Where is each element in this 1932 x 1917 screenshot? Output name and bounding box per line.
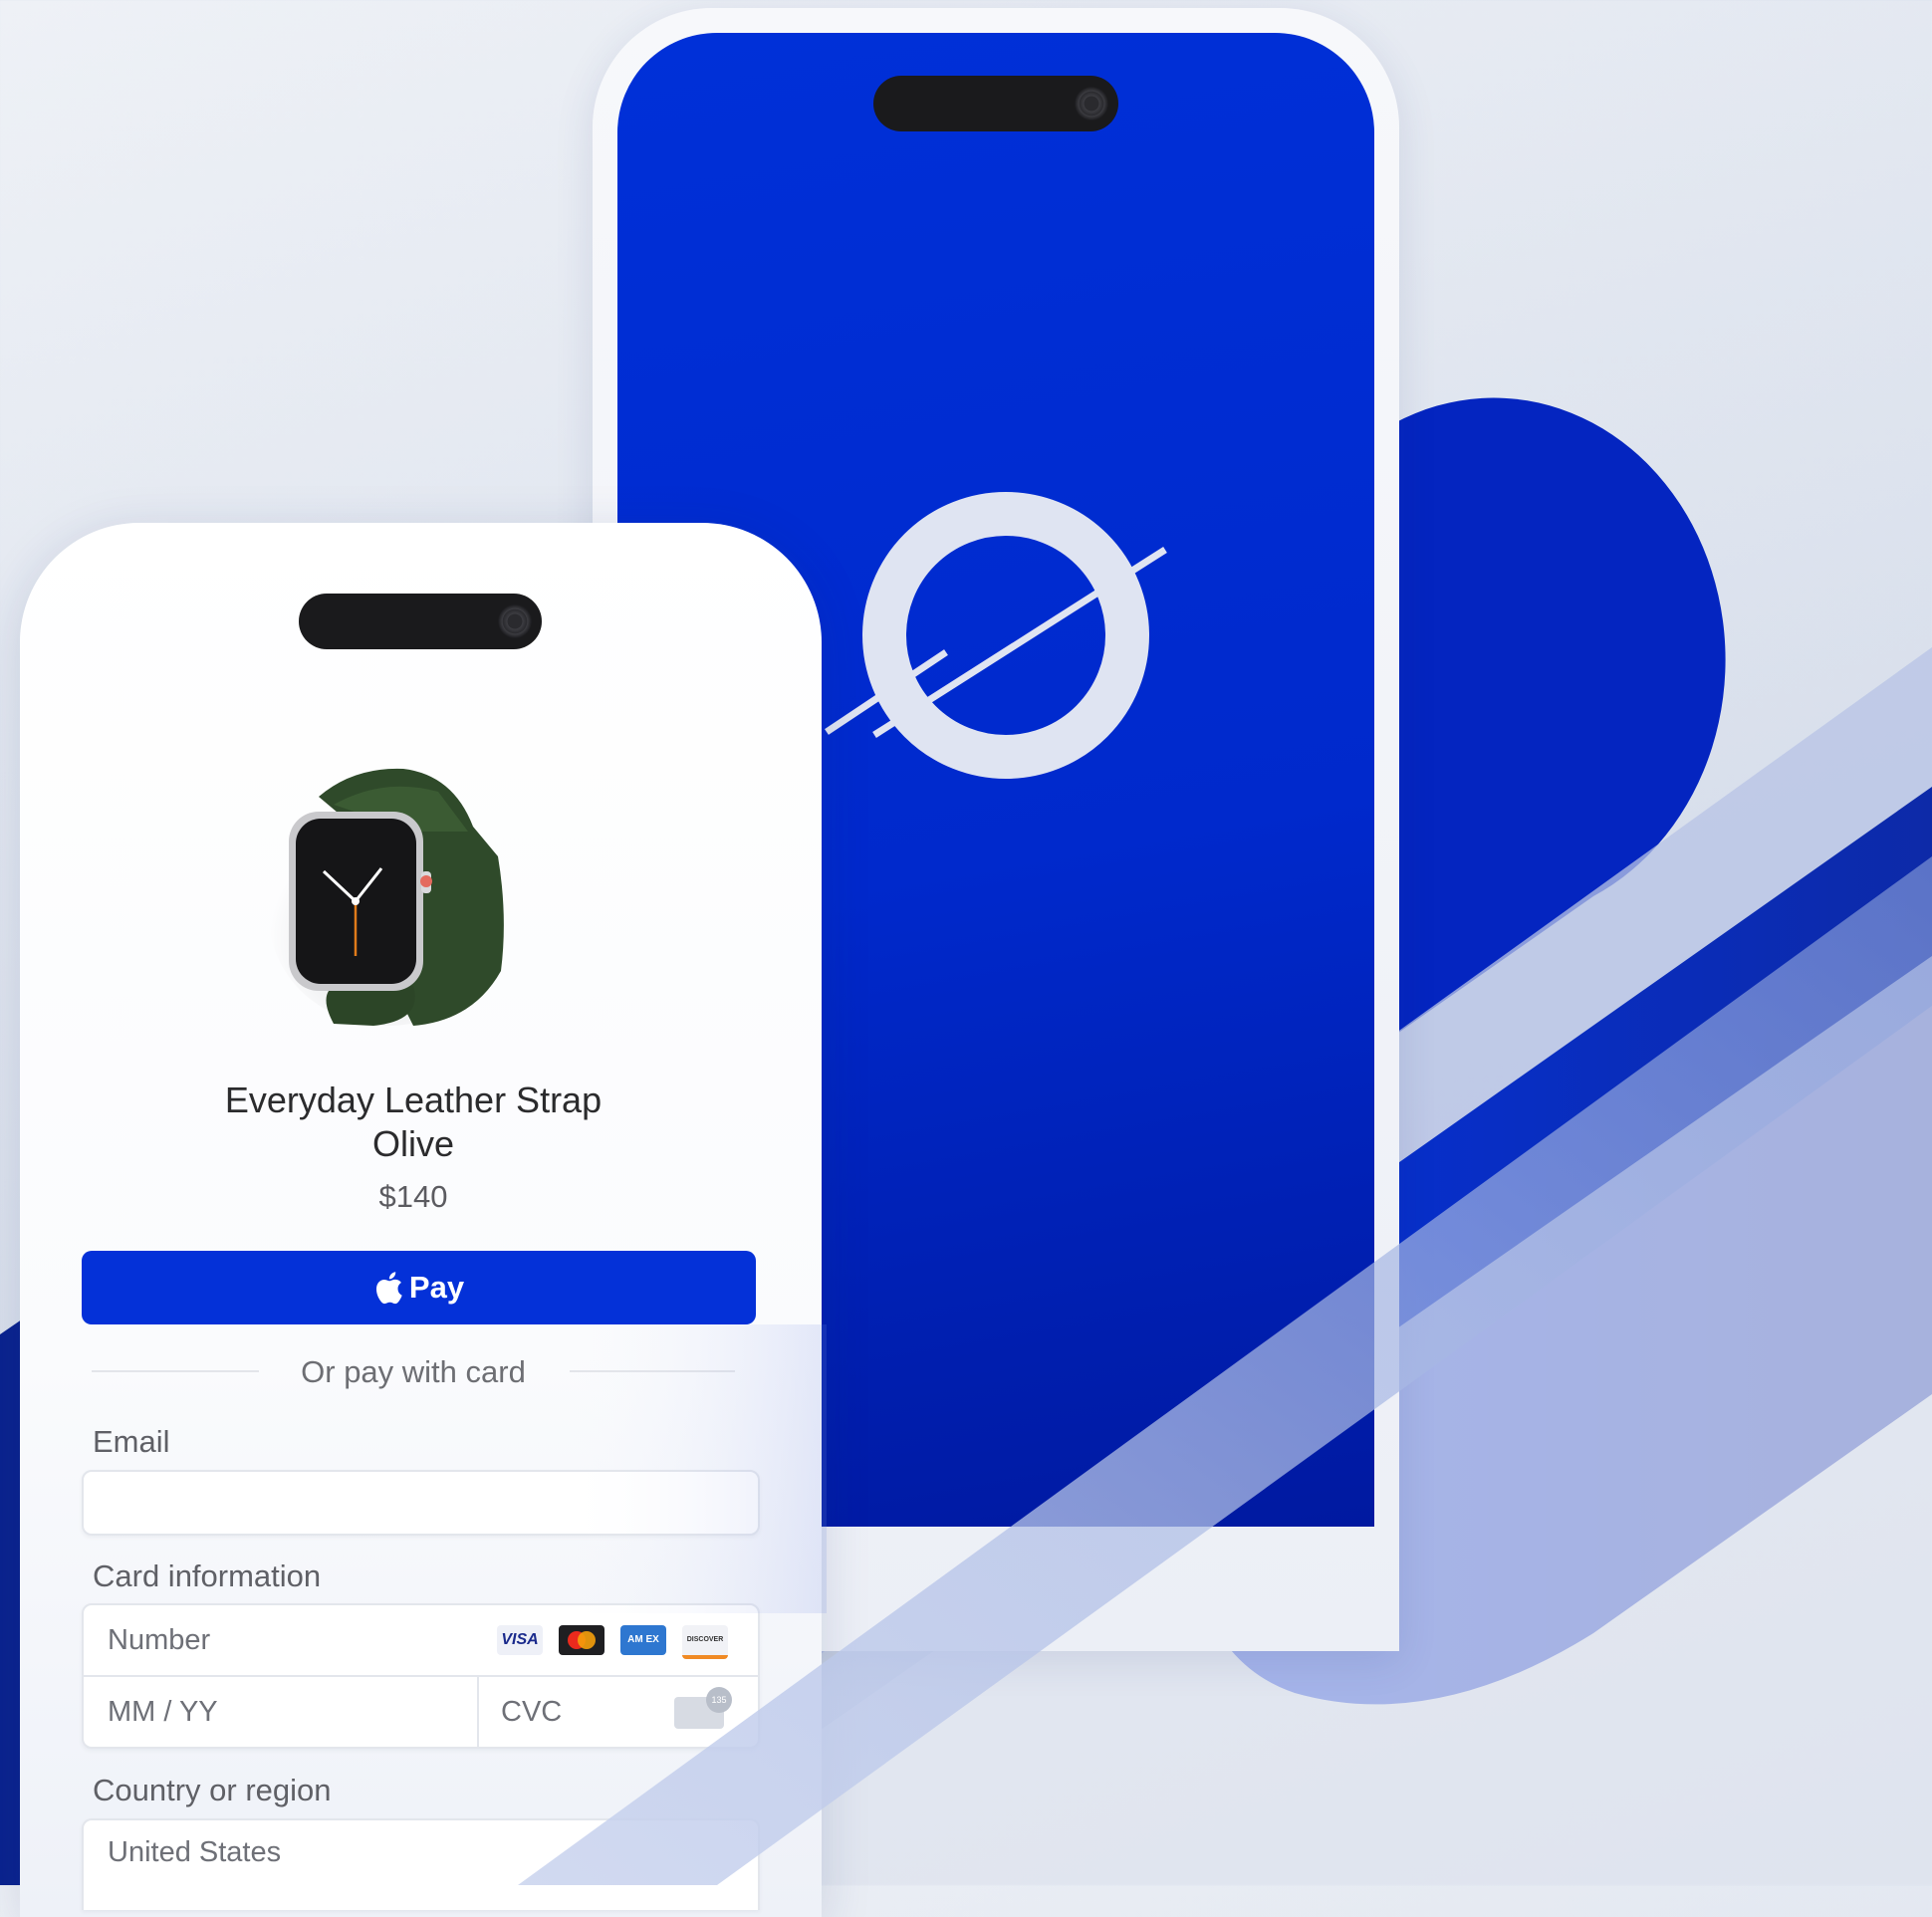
amex-icon: AM EX xyxy=(620,1625,666,1655)
card-information-label: Card information xyxy=(93,1558,322,1593)
card-cvc-field[interactable]: CVC 135 xyxy=(479,1677,758,1747)
card-number-placeholder: Number xyxy=(108,1624,211,1656)
divider-text: Or pay with card xyxy=(301,1354,526,1389)
country-value: United States xyxy=(108,1836,282,1868)
mastercard-icon xyxy=(559,1625,604,1655)
camera-icon xyxy=(498,604,532,638)
apple-pay-button[interactable]: Pay xyxy=(82,1251,756,1324)
product-price: $140 xyxy=(378,1179,448,1214)
country-select[interactable]: United States xyxy=(82,1818,760,1910)
card-cvc-placeholder: CVC xyxy=(501,1696,563,1728)
product-title-line1: Everyday Leather Strap xyxy=(224,1079,603,1120)
brand-logo-icon xyxy=(825,492,1167,779)
card-number-field[interactable]: Number VISA AM EX DISCOVER xyxy=(84,1605,758,1677)
pay-button-label: Pay xyxy=(408,1270,465,1305)
card-information-group: Number VISA AM EX DISCOVER MM / YY CVC 1… xyxy=(82,1603,760,1749)
camera-icon xyxy=(1075,87,1108,120)
card-expiry-placeholder: MM / YY xyxy=(108,1696,218,1728)
cvc-badge: 135 xyxy=(706,1687,732,1713)
discover-text: DISCOVER xyxy=(686,1636,724,1643)
front-phone-dynamic-island xyxy=(299,594,542,649)
product-title-line2: Olive xyxy=(371,1123,455,1164)
card-expiry-field[interactable]: MM / YY xyxy=(84,1677,479,1747)
visa-text: VISA xyxy=(501,1631,539,1648)
email-label: Email xyxy=(93,1424,170,1459)
discover-icon: DISCOVER xyxy=(682,1625,728,1659)
country-label: Country or region xyxy=(93,1773,332,1807)
email-field[interactable] xyxy=(82,1470,760,1536)
product-image xyxy=(269,768,508,1026)
apple-logo-icon xyxy=(375,1272,402,1305)
back-phone-dynamic-island xyxy=(873,76,1118,131)
divider-right xyxy=(570,1370,735,1372)
visa-icon: VISA xyxy=(497,1625,543,1655)
divider-left xyxy=(92,1370,259,1372)
cvc-card-icon: 135 xyxy=(674,1687,732,1729)
amex-text: AM EX xyxy=(627,1634,659,1645)
